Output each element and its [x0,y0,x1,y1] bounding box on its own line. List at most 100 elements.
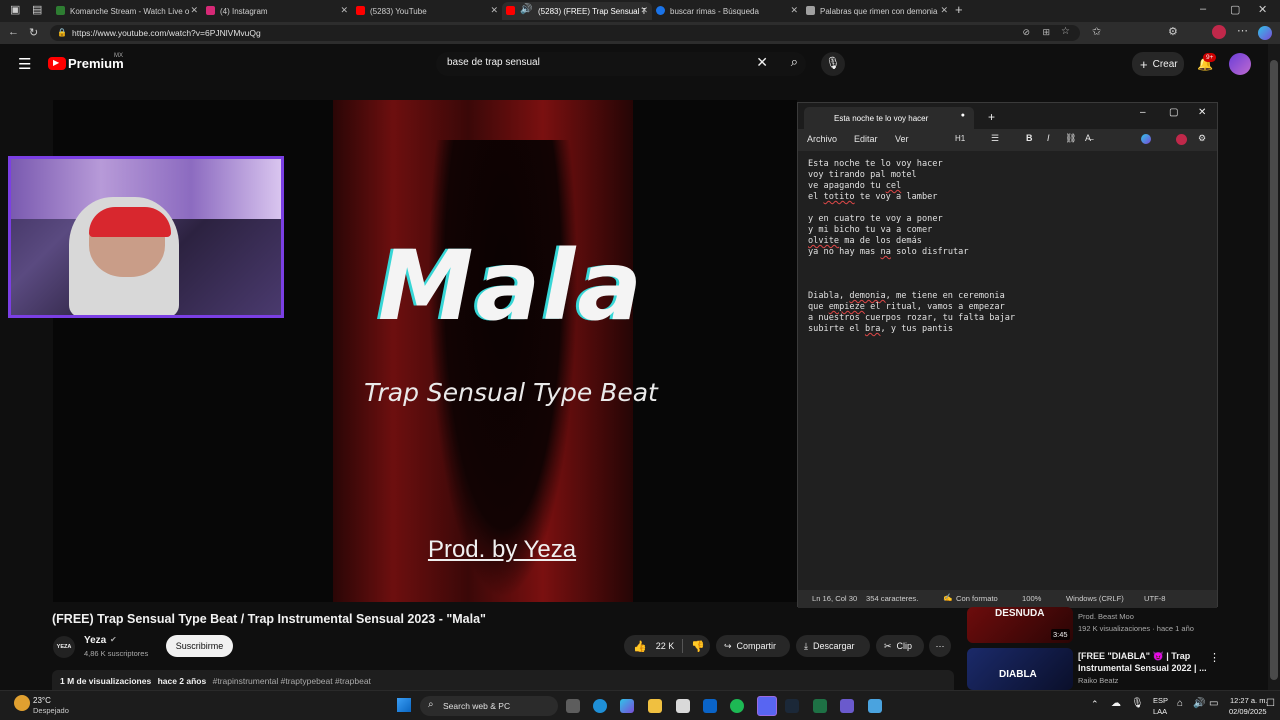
weather-temperature[interactable]: 23°C [33,696,51,705]
copilot-app-icon[interactable] [620,699,634,713]
site-info-icon[interactable]: 🔒 [57,28,67,37]
close-tab-icon[interactable]: ✕ [190,5,198,16]
menu-archivo[interactable]: Archivo [807,134,837,144]
more-actions-button[interactable]: ⋯ [929,635,951,657]
notepad-new-tab-icon[interactable]: + [988,110,995,124]
scrollbar-thumb[interactable] [1270,60,1278,680]
language-code[interactable]: ESP [1153,696,1168,705]
unsaved-dot-icon[interactable]: ● [961,112,965,119]
clock-time[interactable]: 12:27 a. m. [1230,696,1268,705]
recommended-more-icon[interactable]: ⋮ [1209,651,1220,664]
tab-rimas[interactable]: Palabras que rimen con demonia ✕ [802,2,952,20]
read-mode-icon[interactable]: ⊞ [1042,27,1050,38]
settings-gear-icon[interactable]: ⚙ [1198,133,1206,144]
workspaces-icon[interactable]: ▣ [10,3,20,16]
extension-icon[interactable]: ⊘ [1022,27,1030,38]
notepad-tab[interactable]: Esta noche te lo voy hacer ● [804,107,974,129]
close-tab-icon[interactable]: ✕ [490,5,498,16]
close-tab-icon[interactable]: ✕ [940,5,948,16]
recommended-title[interactable]: [FREE "DIABLA" 😈 | Trap [1078,651,1190,662]
notification-center-icon[interactable]: ☐ [1266,698,1275,709]
hashtags[interactable]: #trapinstrumental #traptypebeat #trapbea… [213,676,371,686]
spotify-icon[interactable] [730,699,744,713]
dislike-icon[interactable]: 👎 [691,640,705,653]
recommended-thumbnail[interactable]: DIABLA [967,648,1073,690]
extensions-icon[interactable]: ⚙ [1168,25,1178,38]
microphone-icon[interactable]: 🎙 [1131,698,1144,709]
subscribe-button[interactable]: Suscribirme [166,635,233,657]
onedrive-icon[interactable]: ☁ [1111,698,1121,709]
share-button[interactable]: ↪ Compartir [716,635,790,657]
minimize-icon[interactable]: – [1200,3,1206,15]
search-input[interactable]: base de trap sensual ✕ ⌕ [436,52,806,76]
new-tab-button[interactable]: + [955,2,963,17]
copilot-icon[interactable] [1258,26,1272,40]
capcut-icon[interactable] [840,699,854,713]
menu-editar[interactable]: Editar [854,134,878,144]
recommended-title-line2[interactable]: Instrumental Sensual 2022 | ... [1078,663,1207,673]
battery-icon[interactable]: ▭ [1209,698,1218,709]
channel-avatar[interactable]: YEZA [53,636,75,658]
search-icon[interactable]: ⌕ [791,54,798,70]
edge-icon[interactable] [593,699,607,713]
recommended-channel[interactable]: Raiko Beatz [1078,676,1118,685]
taskbar-search-box[interactable]: ⌕ Search web & PC [420,696,558,716]
steam-icon[interactable] [785,699,799,713]
file-explorer-icon[interactable] [648,699,662,713]
maximize-icon[interactable]: ▢ [1230,3,1240,16]
heading-dropdown[interactable]: H1 [955,134,965,143]
formatting-status[interactable]: Con formato [956,594,998,603]
close-window-icon[interactable]: ✕ [1258,3,1267,16]
channel-name[interactable]: Yeza [84,635,106,646]
outlook-icon[interactable] [703,699,717,713]
like-count[interactable]: 22 K [656,641,675,651]
notepad-taskbar-icon[interactable] [868,699,882,713]
back-icon[interactable]: ← [8,26,19,38]
language-region[interactable]: LAA [1153,707,1167,716]
hamburger-menu-icon[interactable]: ☰ [18,55,31,73]
network-icon[interactable]: ⌂ [1177,698,1183,709]
windows-start-icon[interactable] [397,698,411,712]
favorites-icon[interactable]: ✩ [1092,25,1101,38]
refresh-icon[interactable]: ↻ [29,26,38,39]
italic-icon[interactable]: I [1047,133,1050,143]
notepad-minimize-icon[interactable]: – [1140,107,1146,118]
notepad-maximize-icon[interactable]: ▢ [1169,107,1178,118]
clock-date[interactable]: 02/09/2025 [1229,707,1267,716]
tab-instagram[interactable]: (4) Instagram ✕ [202,2,352,20]
copilot-icon[interactable] [1141,134,1151,144]
clear-search-icon[interactable]: ✕ [756,54,768,71]
menu-ver[interactable]: Ver [895,134,909,144]
account-avatar[interactable] [1229,53,1251,75]
show-hidden-icons[interactable]: ⌃ [1091,699,1099,710]
close-tab-icon[interactable]: ✕ [790,5,798,16]
weather-icon[interactable] [14,695,30,711]
clip-button[interactable]: ✂ Clip [876,635,924,657]
link-icon[interactable]: ⛓ [1065,133,1076,144]
tab-komanche[interactable]: Komanche Stream - Watch Live o ✕ [52,2,202,20]
download-button[interactable]: ⤓ Descargar [796,635,870,657]
discord-icon[interactable] [757,696,777,716]
favorite-star-icon[interactable]: ☆ [1061,26,1070,37]
url-bar[interactable]: 🔒 https://www.youtube.com/watch?v=6PJNlV… [50,25,1080,41]
more-menu-icon[interactable]: ⋯ [1237,24,1248,37]
notepad-account-avatar[interactable] [1176,134,1187,145]
volume-icon[interactable]: 🔊 [1193,698,1205,709]
recommended-channel[interactable]: Prod. Beast Moo [1078,612,1134,621]
tab-actions-icon[interactable]: ▤ [32,3,42,16]
task-view-icon[interactable] [566,699,580,713]
speaker-icon[interactable]: 🔊 [520,4,532,15]
voice-search-icon[interactable]: 🎙 [821,52,845,76]
tab-buscar-rimas[interactable]: buscar rimas - Búsqueda ✕ [652,2,802,20]
excel-icon[interactable] [813,699,827,713]
close-tab-icon[interactable]: ✕ [640,5,648,16]
bold-icon[interactable]: B [1026,133,1033,143]
create-button[interactable]: + Crear [1132,52,1184,76]
tab-trap-sensual[interactable]: 🔊 (5283) (FREE) Trap Sensual T ✕ [502,2,652,20]
recommended-thumbnail[interactable]: DESNUDA 3:45 [967,607,1073,643]
store-icon[interactable] [676,699,690,713]
close-tab-icon[interactable]: ✕ [340,5,348,16]
notepad-text-area[interactable]: Esta noche te lo voy hacer voy tirando pa… [808,159,1015,335]
tab-youtube[interactable]: (5283) YouTube ✕ [352,2,502,20]
profile-avatar[interactable] [1212,25,1226,39]
